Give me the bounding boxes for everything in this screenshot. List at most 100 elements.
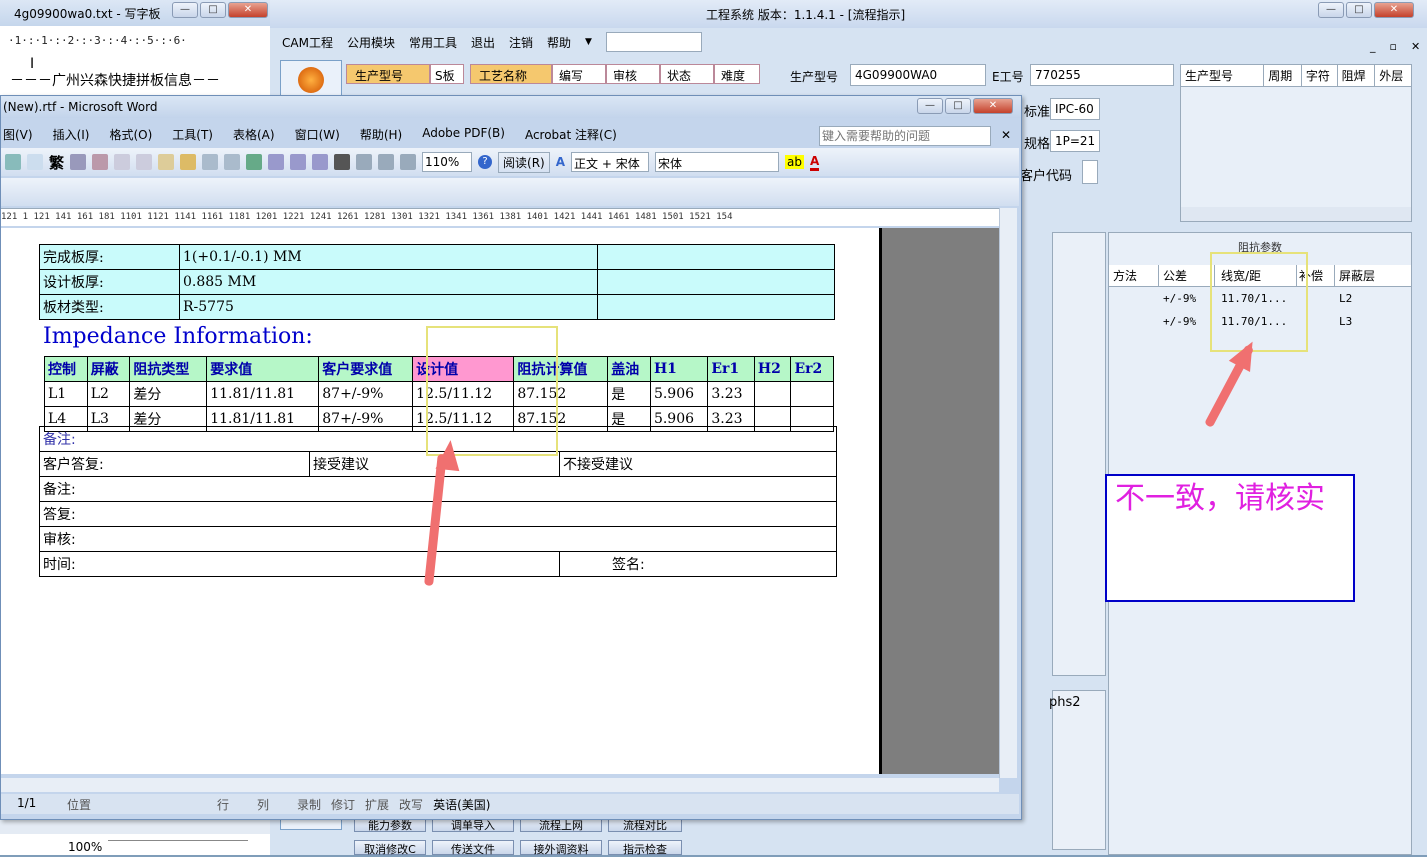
wordpad-hscroll[interactable] (0, 820, 272, 834)
style-combo[interactable]: 正文 + 宋体 (571, 152, 650, 172)
external-data-button[interactable]: 接外调资料 (520, 840, 602, 856)
grid1-header: 生产型号 S板 (346, 64, 464, 84)
col-prod-model[interactable]: 生产型号 (1181, 65, 1265, 86)
minimize-button[interactable]: — (172, 2, 198, 18)
doc-map-icon[interactable] (378, 154, 395, 170)
minimize-button[interactable]: — (1318, 2, 1344, 18)
col-s-board[interactable]: S板 (430, 64, 464, 84)
horizontal-ruler[interactable]: 121 1 121 141 161 181 1101 1121 1141 116… (1, 208, 999, 226)
std-field[interactable]: IPC-60 (1050, 98, 1100, 120)
document-page[interactable]: 完成板厚: 1(+0.1/-0.1) MM 设计板厚: 0.885 MM 板材类… (1, 228, 879, 774)
menu-exit[interactable]: 退出 (471, 34, 495, 51)
format-painter-icon[interactable] (180, 154, 197, 170)
col-shield[interactable]: 屏蔽层 (1335, 265, 1395, 286)
info-empty (597, 244, 835, 270)
col-char[interactable]: 字符 (1302, 65, 1338, 86)
col-method[interactable]: 方法 (1109, 265, 1159, 286)
menu-tools[interactable]: 常用工具 (409, 34, 457, 51)
menu-acrobat[interactable]: Acrobat 注释(C) (525, 126, 617, 143)
menu-common-modules[interactable]: 公用模块 (347, 34, 395, 51)
columns-icon[interactable] (334, 154, 351, 170)
horizontal-scrollbar[interactable] (1, 778, 999, 792)
col-review[interactable]: 审核 (606, 64, 660, 84)
drawing-icon[interactable] (356, 154, 373, 170)
maximize-button[interactable]: □ (200, 2, 226, 18)
research-icon[interactable] (92, 154, 109, 170)
redo-icon[interactable] (224, 154, 241, 170)
menu-table[interactable]: 表格(A) (233, 126, 275, 143)
top-grid-hscroll[interactable] (1181, 207, 1411, 221)
cut-icon[interactable] (114, 154, 131, 170)
status-revise[interactable]: 修订 (331, 796, 355, 814)
col-writer[interactable]: 编写 (552, 64, 606, 84)
zoom-combo[interactable]: 110% (422, 152, 473, 172)
col-tolerance[interactable]: 公差 (1159, 265, 1215, 286)
close-button[interactable]: ✕ (228, 2, 268, 18)
status-page: 1/1 (17, 796, 37, 810)
minimize-button[interactable]: — (917, 98, 943, 114)
col-status[interactable]: 状态 (660, 64, 714, 84)
menu-combo[interactable] (605, 32, 702, 52)
col-process[interactable]: 工艺名称 (470, 64, 552, 84)
menu-help[interactable]: 帮助(H) (360, 126, 402, 143)
check-button[interactable]: 指示检查 (608, 840, 682, 856)
insert-table-icon[interactable] (290, 154, 307, 170)
zoom-slider[interactable] (108, 840, 248, 852)
cancel-edit-button[interactable]: 取消修改C (354, 840, 426, 856)
menu-logout[interactable]: 注销 (509, 34, 533, 51)
help-search-input[interactable] (819, 126, 991, 146)
menu-format[interactable]: 格式(O) (109, 126, 152, 143)
menu-tools[interactable]: 工具(T) (172, 126, 213, 143)
prod-field[interactable]: 4G09900WA0 (850, 64, 986, 86)
menu-insert[interactable]: 插入(I) (53, 126, 90, 143)
reject-option[interactable]: 不接受建议 (559, 451, 837, 477)
menu-window[interactable]: 窗口(W) (295, 126, 340, 143)
eng-title: 工程系统 版本：1.1.4.1 - [流程指示] (706, 8, 906, 22)
highlight-icon[interactable]: ab (785, 155, 804, 169)
page-margin-area (879, 228, 999, 774)
status-overtype[interactable]: 改写 (399, 796, 423, 814)
hyperlink-icon[interactable] (246, 154, 263, 170)
cust-field[interactable] (1082, 160, 1098, 184)
print-preview-icon[interactable] (27, 154, 43, 170)
traditional-button[interactable]: 繁 (49, 152, 64, 173)
vertical-scrollbar[interactable] (999, 208, 1017, 778)
help-icon[interactable]: ? (478, 155, 493, 169)
font-combo[interactable]: 宋体 (655, 152, 780, 172)
show-hide-icon[interactable] (400, 154, 417, 170)
status-record[interactable]: 录制 (297, 796, 321, 814)
copy-icon[interactable] (136, 154, 153, 170)
close-doc-icon[interactable]: ✕ (1001, 128, 1011, 142)
tables-icon[interactable] (268, 154, 285, 170)
spell-icon[interactable] (70, 154, 87, 170)
power-icon[interactable] (298, 67, 324, 93)
maximize-button[interactable]: □ (945, 98, 971, 114)
menu-view[interactable]: 图(V) (3, 126, 33, 143)
e-field[interactable]: 770255 (1030, 64, 1174, 86)
mdi-controls[interactable]: _▫✕ (1370, 40, 1427, 53)
spec-field[interactable]: 1P=21 (1050, 130, 1100, 152)
info-value: 1(+0.1/-0.1) MM (179, 244, 598, 270)
col-cycle[interactable]: 周期 (1264, 65, 1302, 86)
maximize-button[interactable]: □ (1346, 2, 1372, 18)
col-outer[interactable]: 外层 (1375, 65, 1411, 86)
font-color-icon[interactable]: A (810, 154, 820, 171)
close-button[interactable]: ✕ (973, 98, 1013, 114)
undo-icon[interactable] (202, 154, 219, 170)
status-extend[interactable]: 扩展 (365, 796, 389, 814)
spec-label: 规格 (1024, 137, 1051, 152)
reading-button[interactable]: 阅读(R) (498, 151, 550, 173)
col-difficulty[interactable]: 难度 (714, 64, 760, 84)
open-icon[interactable] (5, 154, 21, 170)
paste-icon[interactable] (158, 154, 175, 170)
menu-help[interactable]: 帮助 (547, 34, 571, 51)
styles-icon[interactable]: A (556, 155, 565, 169)
col-mask[interactable]: 阻焊 (1338, 65, 1376, 86)
menu-adobe-pdf[interactable]: Adobe PDF(B) (422, 126, 505, 143)
eng-titlebar: 工程系统 版本：1.1.4.1 - [流程指示] (270, 0, 1427, 28)
menu-cam[interactable]: CAM工程 (282, 34, 333, 51)
col-prod-no[interactable]: 生产型号 (346, 64, 430, 84)
send-file-button[interactable]: 传送文件 (432, 840, 514, 856)
excel-icon[interactable] (312, 154, 329, 170)
close-button[interactable]: ✕ (1374, 2, 1414, 18)
